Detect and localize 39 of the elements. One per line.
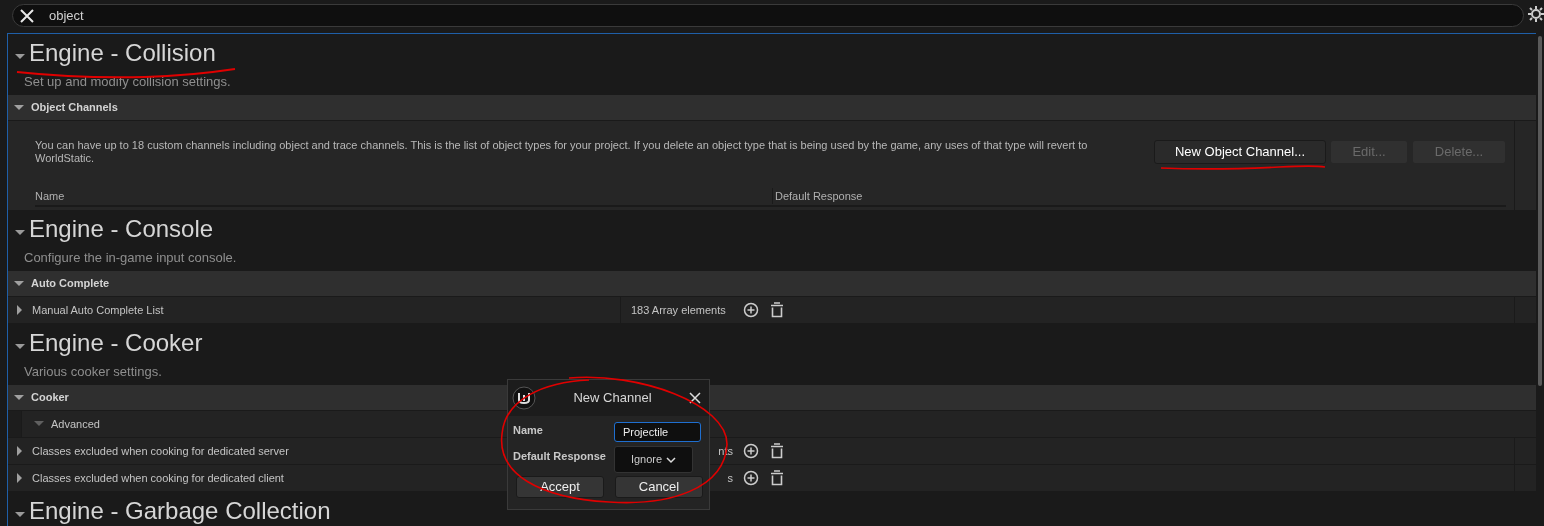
property-group[interactable]: Advanced [22, 411, 100, 437]
dialog-button[interactable]: Accept [516, 476, 604, 498]
add-icon[interactable] [743, 443, 759, 459]
section-title: Engine - Cooker [29, 328, 203, 358]
column-header: Default Response [774, 188, 863, 204]
add-icon[interactable] [743, 470, 759, 486]
close-icon[interactable] [689, 392, 701, 404]
section-description: Various cooker settings. [24, 364, 163, 380]
category-header[interactable]: Object Channels [8, 95, 1536, 121]
settings-icon[interactable] [1528, 6, 1544, 22]
section-description: Configure the in-game input console. [24, 250, 238, 266]
trash-icon[interactable] [769, 443, 785, 459]
property-value: 183 Array elements [631, 303, 726, 316]
clear-icon[interactable] [19, 7, 35, 24]
trash-icon[interactable] [769, 470, 785, 486]
section-title: Engine - Collision [29, 38, 216, 68]
search-field[interactable]: object [12, 4, 1524, 27]
column-header: Name [35, 187, 773, 205]
search-text: object [49, 6, 84, 25]
trash-icon[interactable] [769, 302, 785, 318]
response-dropdown[interactable]: Ignore [614, 446, 693, 473]
property-name: Classes excluded when cooking for dedicated client [32, 470, 284, 486]
property-value: s [727, 471, 733, 484]
field-label: Name [513, 423, 543, 438]
scrollbar-thumb[interactable] [1538, 36, 1542, 386]
caret-icon [666, 455, 677, 464]
logo-icon [512, 386, 536, 410]
section-title: Engine - Garbage Collection [29, 496, 331, 526]
section-description: Set up and modify collision settings. [24, 74, 232, 90]
description-text: You can have up to 18 custom channels including object and trace channels. This is the list of object types for your project. If you delete an object type that is being used by the game, any uses of that type will revert to WorldStatic. [35, 139, 1089, 165]
name-field[interactable]: Projectile [614, 422, 701, 442]
add-icon[interactable] [743, 302, 759, 318]
dialog-button[interactable]: Cancel [615, 476, 703, 498]
section-title: Engine - Console [29, 214, 214, 244]
field-label: Default Response [513, 449, 606, 464]
dialog-title: New Channel [572, 389, 653, 408]
category-header[interactable]: Auto Complete [8, 271, 1536, 297]
property-name: Manual Auto Complete List [32, 302, 164, 318]
property-name: Classes excluded when cooking for dedicated server [32, 443, 289, 459]
